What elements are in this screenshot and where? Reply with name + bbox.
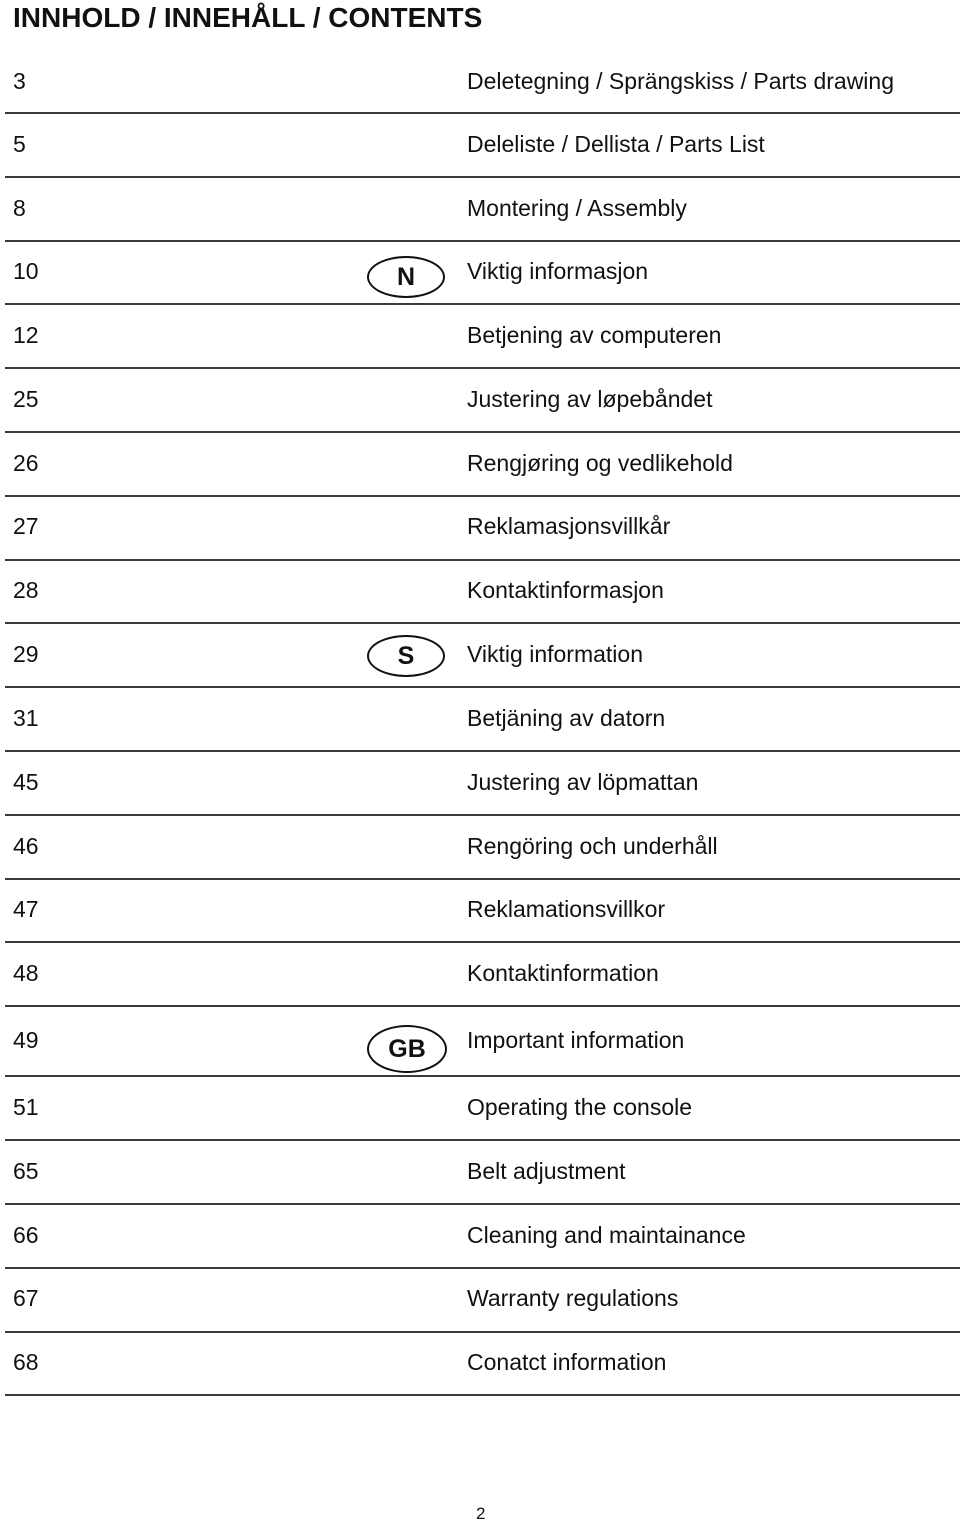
toc-title: Conatct information	[467, 1349, 667, 1375]
row-divider	[5, 176, 960, 178]
toc-title: Deletegning / Sprängskiss / Parts drawin…	[467, 68, 894, 94]
toc-title: Important information	[467, 1027, 685, 1053]
language-badge-norwegian: N	[367, 256, 445, 298]
toc-page-number: 46	[13, 833, 39, 859]
toc-page-number: 27	[13, 513, 39, 539]
toc-title: Reklamationsvillkor	[467, 896, 666, 922]
toc-title: Belt adjustment	[467, 1158, 626, 1184]
toc-title: Viktig information	[467, 641, 643, 667]
toc-page-number: 45	[13, 769, 39, 795]
language-badge-swedish: S	[367, 635, 445, 677]
toc-title: Operating the console	[467, 1094, 693, 1120]
row-divider	[5, 112, 960, 114]
row-divider	[5, 941, 960, 943]
row-divider	[5, 878, 960, 880]
page-number: 2	[476, 1504, 486, 1523]
row-divider	[5, 1005, 960, 1007]
row-divider	[5, 495, 960, 497]
toc-title: Justering av löpmattan	[467, 769, 699, 795]
toc-title: Betjening av computeren	[467, 322, 722, 348]
toc-title: Betjäning av datorn	[467, 705, 666, 731]
toc-title: Reklamasjonsvillkår	[467, 513, 671, 539]
toc-title: Viktig informasjon	[467, 258, 649, 284]
row-divider	[5, 1331, 960, 1333]
toc-title: Rengöring och underhåll	[467, 833, 718, 859]
toc-page-number: 3	[13, 68, 26, 94]
row-divider	[5, 431, 960, 433]
row-divider	[5, 814, 960, 816]
toc-page-number: 8	[13, 195, 26, 221]
toc-page-number: 12	[13, 322, 39, 348]
toc-page-number: 48	[13, 960, 39, 986]
toc-page-number: 49	[13, 1027, 39, 1053]
toc-title: Kontaktinformasjon	[467, 577, 664, 603]
toc-page-number: 67	[13, 1285, 39, 1311]
toc-page-number: 51	[13, 1094, 39, 1120]
row-divider	[5, 1139, 960, 1141]
row-divider	[5, 1267, 960, 1269]
language-badge-english: GB	[367, 1025, 447, 1073]
row-divider	[5, 303, 960, 305]
row-divider	[5, 559, 960, 561]
toc-title: Cleaning and maintainance	[467, 1222, 746, 1248]
row-divider	[5, 686, 960, 688]
toc-page-number: 5	[13, 131, 26, 157]
toc-page-number: 47	[13, 896, 39, 922]
toc-title: Warranty regulations	[467, 1285, 679, 1311]
row-divider	[5, 1394, 960, 1396]
row-divider	[5, 1075, 960, 1077]
toc-page-number: 68	[13, 1349, 39, 1375]
row-divider	[5, 367, 960, 369]
toc-page-number: 66	[13, 1222, 39, 1248]
toc-title: Rengjøring og vedlikehold	[467, 450, 733, 476]
toc-page-number: 29	[13, 641, 39, 667]
toc-page-number: 26	[13, 450, 39, 476]
row-divider	[5, 240, 960, 242]
toc-page-number: 31	[13, 705, 39, 731]
toc-page-number: 65	[13, 1158, 39, 1184]
toc-title: Deleliste / Dellista / Parts List	[467, 131, 765, 157]
row-divider	[5, 1203, 960, 1205]
row-divider	[5, 622, 960, 624]
toc-title: Justering av løpebåndet	[467, 386, 713, 412]
toc-page-number: 25	[13, 386, 39, 412]
toc-title: Montering / Assembly	[467, 195, 687, 221]
page-title: INNHOLD / INNEHÅLL / CONTENTS	[13, 2, 483, 33]
row-divider	[5, 750, 960, 752]
toc-title: Kontaktinformation	[467, 960, 659, 986]
toc-page-number: 28	[13, 577, 39, 603]
toc-page-number: 10	[13, 258, 39, 284]
